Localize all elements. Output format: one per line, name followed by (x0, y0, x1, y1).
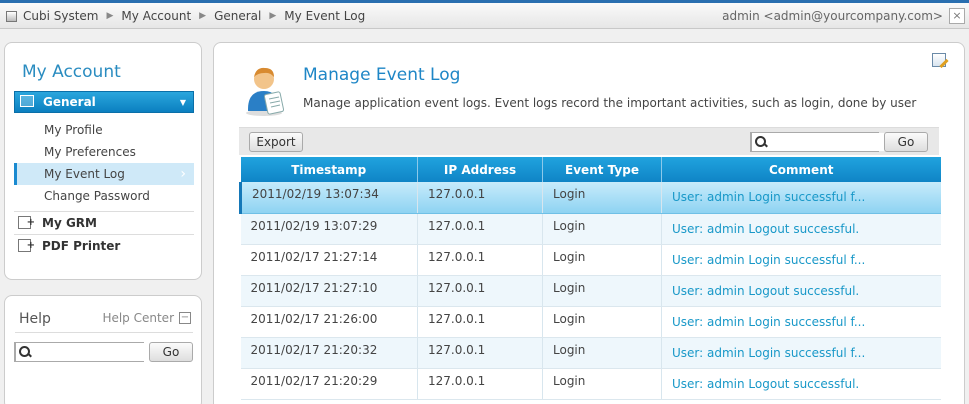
cell-ip-address: 127.0.0.1 (417, 182, 543, 214)
search-icon (751, 133, 766, 151)
table-row[interactable]: 2011/02/19 13:07:29 127.0.0.1 Login User… (240, 213, 941, 245)
page-title: Manage Event Log (303, 65, 461, 85)
collapse-icon[interactable]: − (179, 312, 191, 324)
table-header-row: Timestamp IP Address Event Type Comment (240, 157, 941, 182)
cell-comment: User: admin Login successful f... (661, 306, 941, 338)
help-center-link[interactable]: Help Center − (102, 311, 191, 325)
sidebar-section-label: My GRM (42, 216, 97, 230)
cell-event-type: Login (542, 213, 662, 245)
edit-icon[interactable] (932, 53, 946, 67)
user-label[interactable]: admin <admin@yourcompany.com> (722, 9, 943, 23)
cell-ip-address: 127.0.0.1 (417, 275, 543, 307)
breadcrumb-item-account[interactable]: My Account (121, 9, 191, 23)
cell-comment: User: admin Logout successful. (661, 368, 941, 400)
table-row[interactable]: 2011/02/17 21:27:10 127.0.0.1 Login User… (240, 275, 941, 307)
sidebar: My Account General ▼ My Profile My Prefe… (4, 42, 202, 280)
event-log-table: Timestamp IP Address Event Type Comment … (239, 157, 941, 400)
help-search-box (14, 342, 174, 362)
cell-event-type: Login (542, 244, 662, 276)
cell-comment: User: admin Logout successful. (661, 213, 941, 245)
cell-ip-address: 127.0.0.1 (417, 244, 543, 276)
table-row[interactable]: 2011/02/17 21:20:29 127.0.0.1 Login User… (240, 368, 941, 400)
cell-timestamp: 2011/02/19 13:07:34 (239, 182, 418, 214)
cell-event-type: Login (542, 275, 662, 307)
help-go-button[interactable]: Go (149, 342, 193, 362)
table-row[interactable]: 2011/02/17 21:20:32 127.0.0.1 Login User… (240, 337, 941, 369)
cell-comment: User: admin Logout successful. (661, 275, 941, 307)
sidebar-group-label: General (43, 95, 96, 109)
sidebar-item-my-profile[interactable]: My Profile (14, 119, 194, 141)
cell-timestamp: 2011/02/17 21:27:14 (240, 244, 418, 276)
cell-timestamp: 2011/02/17 21:20:29 (240, 368, 418, 400)
breadcrumb-separator-icon: ▶ (199, 11, 207, 21)
chevron-down-icon: ▼ (179, 98, 186, 107)
cell-ip-address: 127.0.0.1 (417, 337, 543, 369)
sidebar-item-change-password[interactable]: Change Password (14, 185, 194, 207)
top-bar: Cubi System ▶ My Account ▶ General ▶ My … (0, 3, 969, 29)
help-center-label: Help Center (102, 311, 174, 325)
table-row[interactable]: 2011/02/17 21:27:14 127.0.0.1 Login User… (240, 244, 941, 276)
add-module-icon (18, 235, 35, 257)
cell-timestamp: 2011/02/17 21:20:32 (240, 337, 418, 369)
sidebar-item-my-preferences[interactable]: My Preferences (14, 141, 194, 163)
column-header-ip-address[interactable]: IP Address (417, 157, 543, 182)
cell-comment: User: admin Login successful f... (661, 182, 941, 214)
divider (15, 332, 193, 333)
grid-toolbar: Export Go (239, 127, 939, 155)
cell-comment: User: admin Login successful f... (661, 337, 941, 369)
cell-comment: User: admin Login successful f... (661, 244, 941, 276)
grid-search-box (750, 132, 910, 152)
sidebar-title: My Account (22, 62, 121, 82)
user-log-icon (246, 67, 285, 116)
breadcrumb-item-system[interactable]: Cubi System (23, 9, 99, 23)
help-panel: Help Help Center − Go (4, 295, 202, 404)
cell-ip-address: 127.0.0.1 (417, 306, 543, 338)
page-description: Manage application event logs. Event log… (303, 96, 917, 110)
grid-go-button[interactable]: Go (884, 132, 928, 152)
cell-ip-address: 127.0.0.1 (417, 213, 543, 245)
help-title: Help (19, 311, 51, 327)
sidebar-section-label: PDF Printer (42, 239, 121, 253)
sidebar-section-pdf-printer[interactable]: PDF Printer (14, 234, 194, 257)
column-header-comment[interactable]: Comment (661, 157, 941, 182)
column-header-timestamp[interactable]: Timestamp (240, 157, 418, 182)
search-icon (15, 343, 30, 361)
sidebar-section-my-grm[interactable]: My GRM (14, 211, 194, 234)
cell-event-type: Login (542, 337, 662, 369)
breadcrumb: Cubi System ▶ My Account ▶ General ▶ My … (6, 9, 365, 23)
sidebar-item-my-event-log[interactable]: My Event Log (14, 163, 194, 185)
cell-ip-address: 127.0.0.1 (417, 368, 543, 400)
add-module-icon (18, 212, 35, 234)
sidebar-group-general[interactable]: General ▼ (14, 91, 194, 113)
breadcrumb-item-current: My Event Log (284, 9, 366, 23)
cell-event-type: Login (542, 368, 662, 400)
table-row[interactable]: 2011/02/17 21:26:00 127.0.0.1 Login User… (240, 306, 941, 338)
cell-timestamp: 2011/02/19 13:07:29 (240, 213, 418, 245)
breadcrumb-separator-icon: ▶ (269, 11, 277, 21)
main-panel: Manage Event Log Manage application even… (213, 42, 965, 404)
cell-timestamp: 2011/02/17 21:26:00 (240, 306, 418, 338)
breadcrumb-separator-icon: ▶ (106, 11, 114, 21)
cell-event-type: Login (542, 306, 662, 338)
close-icon[interactable]: × (949, 8, 965, 24)
general-icon (20, 95, 34, 107)
cell-timestamp: 2011/02/17 21:27:10 (240, 275, 418, 307)
export-button[interactable]: Export (249, 132, 303, 152)
cell-event-type: Login (542, 182, 662, 214)
breadcrumb-item-general[interactable]: General (214, 9, 261, 23)
system-icon (6, 10, 17, 22)
column-header-event-type[interactable]: Event Type (542, 157, 662, 182)
table-row[interactable]: 2011/02/19 13:07:34 127.0.0.1 Login User… (239, 182, 941, 214)
